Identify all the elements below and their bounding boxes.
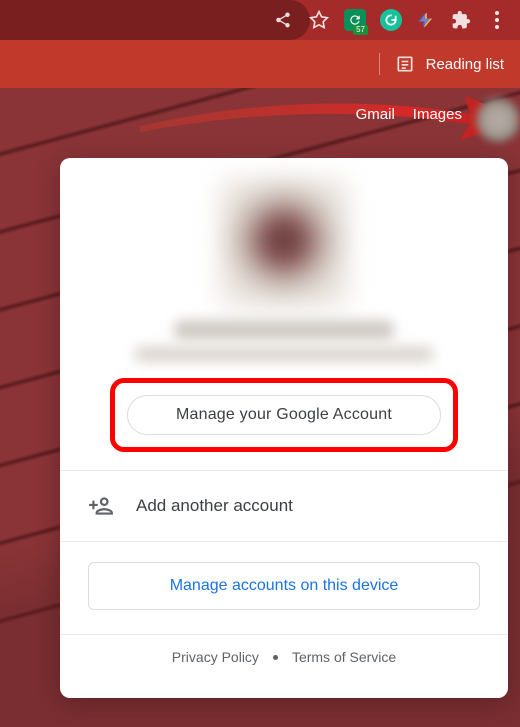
account-menu-popover: Manage your Google Account Add another a… [60,158,508,698]
reading-list-icon[interactable] [394,53,416,75]
terms-of-service-link[interactable]: Terms of Service [292,649,396,665]
dot-separator [273,655,278,660]
bookmark-star-icon[interactable] [308,9,330,31]
extension-badge[interactable]: 57 [344,9,366,31]
share-icon[interactable] [272,9,294,31]
bolt-extension-icon[interactable] [416,10,436,30]
annotation-highlight-box: Manage your Google Account [110,378,458,452]
manage-google-account-button[interactable]: Manage your Google Account [127,395,441,435]
bookmarks-bar: Reading list [0,40,520,88]
privacy-policy-link[interactable]: Privacy Policy [172,649,259,665]
profile-section [60,158,508,362]
address-bubble [0,0,310,40]
account-avatar-button[interactable] [476,98,520,142]
profile-name-redacted [174,320,394,340]
browser-menu-button[interactable] [486,9,508,31]
gmail-link[interactable]: Gmail [356,106,395,123]
reading-list-label[interactable]: Reading list [426,56,504,73]
profile-email-redacted [134,346,434,362]
google-header-links: Gmail Images [356,106,462,123]
browser-toolbar: 57 [0,0,520,40]
extension-count: 57 [353,25,368,35]
manage-accounts-device-button[interactable]: Manage accounts on this device [88,562,480,610]
add-another-account-label: Add another account [136,496,293,516]
extensions-puzzle-icon[interactable] [450,9,472,31]
images-link[interactable]: Images [413,106,462,123]
profile-avatar [219,178,349,308]
person-add-icon [88,493,114,519]
footer-links: Privacy Policy Terms of Service [60,635,508,689]
separator [379,53,380,75]
add-another-account-button[interactable]: Add another account [60,471,508,541]
grammarly-icon[interactable] [380,9,402,31]
